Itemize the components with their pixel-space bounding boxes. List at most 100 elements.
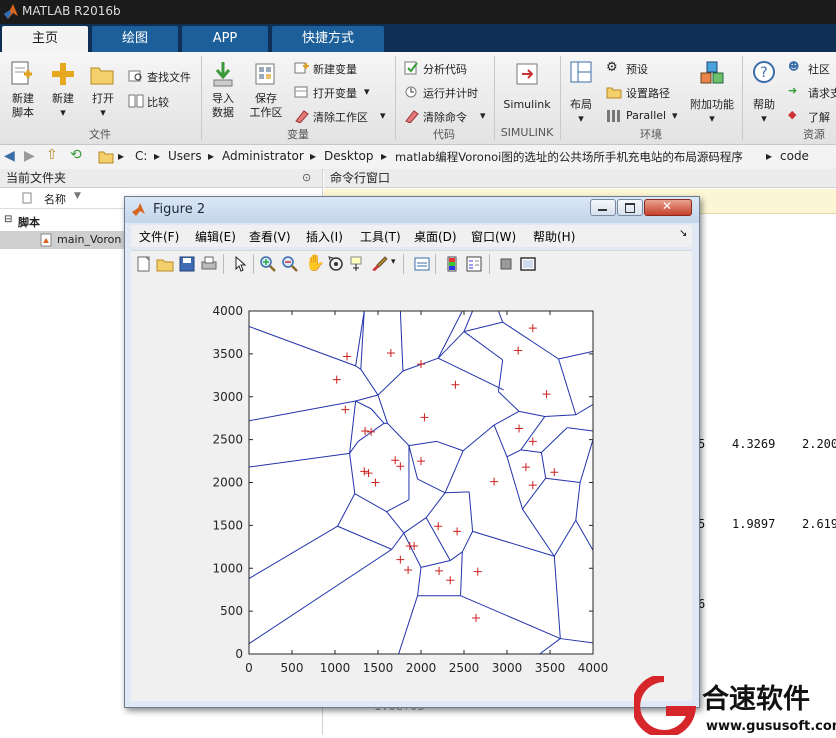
current-folder-header: 当前文件夹 — [0, 169, 322, 188]
help-question-icon: ? — [753, 61, 775, 83]
tab-apps[interactable]: APP — [182, 26, 268, 52]
import-data-label: 导入 数据 — [212, 92, 234, 119]
menu-view[interactable]: 查看(V) — [249, 228, 291, 245]
breadcrumb-item[interactable]: Administrator — [222, 149, 304, 163]
menu-edit[interactable]: 编辑(E) — [195, 228, 236, 245]
minimize-icon — [598, 209, 607, 211]
save-icon[interactable] — [178, 255, 196, 273]
print-icon[interactable] — [200, 255, 218, 273]
new-script-button[interactable]: 新建 脚本 — [6, 58, 40, 120]
browse-folder-icon[interactable]: ⟲ — [70, 147, 82, 163]
panel-menu-icon[interactable]: ⊙ — [302, 171, 311, 184]
figure-window[interactable]: Figure 2 ✕ 文件(F) 编辑(E) 查看(V) 插入(I) 工具(T)… — [124, 196, 700, 708]
data-cursor-icon[interactable] — [349, 255, 367, 273]
clear-workspace-dropdown-icon: ▾ — [380, 109, 386, 122]
open-file-icon[interactable] — [156, 255, 174, 273]
toolbar-separator — [223, 254, 224, 274]
forward-arrow-icon[interactable]: ▶ — [24, 148, 35, 164]
y-tick-label: 2500 — [212, 433, 243, 447]
colorbar-icon[interactable] — [443, 255, 461, 273]
output-value: 2.619 — [802, 517, 836, 531]
hide-plot-tools-icon[interactable] — [497, 255, 515, 273]
new-dropdown-icon: ▾ — [60, 106, 66, 119]
y-tick-label: 1500 — [212, 518, 243, 532]
back-arrow-icon[interactable]: ◀ — [4, 148, 15, 164]
tab-home[interactable]: 主页 — [2, 26, 88, 52]
menu-desktop[interactable]: 桌面(D) — [414, 228, 457, 245]
menu-overflow-icon[interactable]: ↘ — [679, 228, 687, 239]
breadcrumb-separator-icon: ▸ — [766, 149, 773, 163]
clear-commands-dropdown-icon: ▾ — [480, 109, 486, 122]
parallel-label: Parallel — [626, 109, 667, 122]
toolbar-separator — [253, 254, 254, 274]
x-tick-label: 1500 — [363, 661, 394, 675]
ribbon-toolstrip: 新建 脚本 新建 ▾ 打开 ▾ 查找文件 比较 文件 导入 数据 保存 工作区 … — [0, 52, 836, 145]
clear-commands-button[interactable]: 清除命令 ▾ — [404, 108, 488, 124]
layout-button[interactable]: 布局 ▾ — [564, 58, 598, 125]
breadcrumb-item[interactable]: Users — [168, 149, 202, 163]
maximize-button[interactable] — [617, 199, 643, 216]
breadcrumb-separator-icon: ▸ — [208, 149, 215, 163]
simulink-button[interactable]: Simulink — [500, 58, 554, 120]
x-tick-label: 2000 — [406, 661, 437, 675]
y-tick-label: 2000 — [212, 476, 243, 490]
new-button[interactable]: 新建 ▾ — [46, 58, 80, 120]
tab-plots[interactable]: 绘图 — [92, 26, 178, 52]
addons-button[interactable]: 附加功能 ▾ — [686, 58, 738, 125]
x-tick-label: 500 — [281, 661, 304, 675]
file-list-item[interactable]: main_Voron — [0, 231, 130, 249]
breadcrumb-item[interactable]: Desktop — [324, 149, 374, 163]
breadcrumb-item[interactable]: C: — [135, 149, 147, 163]
menu-file[interactable]: 文件(F) — [139, 228, 179, 245]
help-dropdown-icon: ▾ — [761, 112, 767, 125]
brush-dropdown-icon[interactable]: ▾ — [391, 257, 396, 267]
up-folder-icon[interactable]: ⇧ — [46, 147, 58, 163]
breadcrumb-item[interactable]: matlab编程Voronoi图的选址的公共场所手机充电站的布局源码程序 — [395, 149, 743, 165]
import-data-button[interactable]: 导入 数据 — [206, 58, 240, 120]
output-value: 4.3269 — [732, 437, 776, 451]
clear-workspace-label: 清除工作区 — [313, 111, 368, 124]
y-tick-label: 3500 — [212, 347, 243, 361]
figure-canvas[interactable]: 0 500 1000 1500 2000 2500 3000 3500 4000 0 500 1000… — [131, 277, 692, 701]
sort-arrow-icon: ▼ — [74, 191, 81, 201]
breadcrumb-separator-icon: ▸ — [381, 149, 388, 163]
brush-icon[interactable] — [371, 255, 389, 273]
toolbar-separator — [489, 254, 490, 274]
save-workspace-icon — [255, 63, 275, 85]
gear-icon: ⚙ — [606, 60, 618, 75]
pan-hand-icon[interactable]: ✋ — [305, 253, 325, 272]
pointer-arrow-icon[interactable] — [231, 255, 249, 273]
menu-help[interactable]: 帮助(H) — [533, 228, 575, 245]
file-name: main_Voron — [57, 233, 122, 246]
show-plot-tools-icon[interactable] — [519, 255, 537, 273]
clear-workspace-button[interactable]: 清除工作区 ▾ — [294, 108, 390, 124]
new-variable-label: 新建变量 — [313, 63, 357, 76]
breadcrumb-item[interactable]: code — [780, 149, 809, 163]
new-figure-icon[interactable] — [135, 255, 153, 273]
zoom-out-icon[interactable] — [281, 255, 299, 273]
link-plot-icon[interactable] — [413, 255, 431, 273]
save-workspace-button[interactable]: 保存 工作区 — [246, 58, 286, 120]
help-button[interactable]: ? 帮助 ▾ — [748, 58, 780, 125]
close-button[interactable]: ✕ — [644, 199, 692, 216]
new-plus-icon — [52, 63, 74, 85]
rotate-3d-icon[interactable] — [327, 255, 345, 273]
parallel-button[interactable]: Parallel ▾ — [606, 108, 682, 124]
menu-insert[interactable]: 插入(I) — [306, 228, 343, 245]
figure-titlebar[interactable]: Figure 2 ✕ — [125, 197, 699, 223]
tab-shortcuts[interactable]: 快捷方式 — [272, 26, 384, 52]
voronoi-plot[interactable]: 0 500 1000 1500 2000 2500 3000 3500 4000 0 500 1000… — [131, 277, 692, 701]
collapse-icon[interactable]: ⊟ — [4, 214, 12, 225]
menu-window[interactable]: 窗口(W) — [471, 228, 516, 245]
x-tick-label: 0 — [245, 661, 253, 675]
legend-icon[interactable] — [465, 255, 483, 273]
minimize-button[interactable] — [590, 199, 616, 216]
open-button[interactable]: 打开 ▾ — [86, 58, 120, 120]
matlab-script-file-icon — [40, 233, 52, 247]
open-variable-button[interactable]: 打开变量 ▾ — [294, 84, 374, 100]
folder-open-icon — [90, 67, 114, 85]
zoom-in-icon[interactable] — [259, 255, 277, 273]
x-tick-label: 3500 — [535, 661, 566, 675]
menu-tools[interactable]: 工具(T) — [360, 228, 401, 245]
analyze-code-icon — [404, 61, 418, 75]
